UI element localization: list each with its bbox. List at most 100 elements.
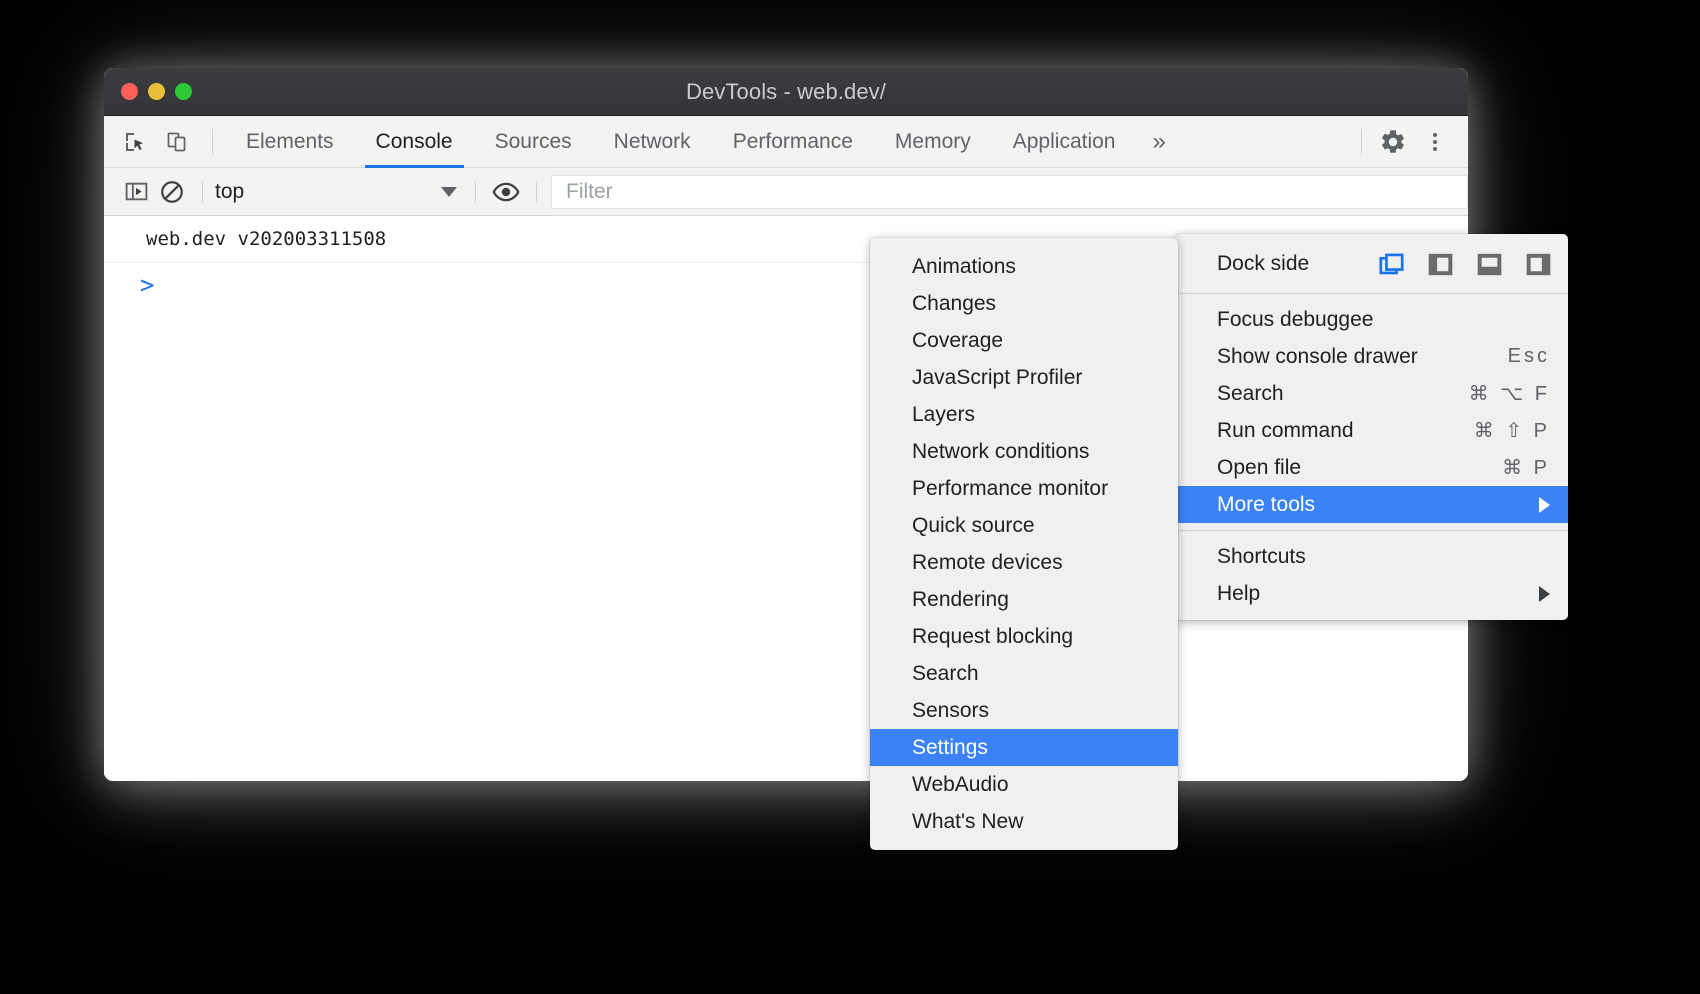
maximize-button[interactable] [175, 83, 192, 100]
submenu-item-label: JavaScript Profiler [912, 366, 1082, 390]
submenu-item-network-conditions[interactable]: Network conditions [870, 433, 1178, 470]
submenu-item-label: What's New [912, 810, 1023, 834]
dock-to-right-button[interactable] [1523, 249, 1554, 280]
window-titlebar: DevTools - web.dev/ [104, 68, 1468, 116]
submenu-item-search[interactable]: Search [870, 655, 1178, 692]
submenu-item-label: Quick source [912, 514, 1035, 538]
devtools-window: DevTools - web.dev/ [104, 68, 1468, 781]
dock-to-left-button[interactable] [1425, 249, 1456, 280]
menu-item-shortcut: ⌘ P [1502, 455, 1550, 480]
filter-input-wrapper[interactable] [551, 175, 1468, 209]
console-toolbar-divider-1 [202, 181, 203, 203]
submenu-item-whats-new[interactable]: What's New [870, 803, 1178, 840]
submenu-item-label: Changes [912, 292, 996, 316]
chevron-right-icon [1539, 497, 1550, 513]
dock-to-bottom-button[interactable] [1474, 249, 1505, 280]
menu-item-label: Show console drawer [1217, 345, 1418, 369]
submenu-item-performance-monitor[interactable]: Performance monitor [870, 470, 1178, 507]
minimize-button[interactable] [148, 83, 165, 100]
menu-separator-2 [1175, 530, 1568, 531]
submenu-item-label: Request blocking [912, 625, 1073, 649]
clear-console-icon[interactable] [154, 174, 190, 210]
submenu-item-label: Coverage [912, 329, 1003, 353]
submenu-item-label: Network conditions [912, 440, 1089, 464]
undock-into-separate-window-button[interactable] [1376, 249, 1407, 280]
tab-performance[interactable]: Performance [712, 116, 874, 168]
devtools-main-menu: Dock side [1175, 234, 1568, 620]
devtools-tabbar: Elements Console Sources Network Perform… [104, 116, 1468, 168]
menu-item-more-tools[interactable]: More tools [1175, 486, 1568, 523]
more-options-icon[interactable] [1416, 123, 1454, 161]
tab-label: Console [376, 130, 453, 154]
tab-memory[interactable]: Memory [874, 116, 992, 168]
screenshot-root: DevTools - web.dev/ [0, 0, 1700, 994]
submenu-item-label: Sensors [912, 699, 989, 723]
execution-context-value: top [215, 180, 441, 204]
menu-item-label: Help [1217, 582, 1260, 606]
submenu-item-label: Settings [912, 736, 988, 760]
dock-side-label: Dock side [1217, 252, 1309, 276]
console-toolbar: top [104, 168, 1468, 216]
submenu-item-label: WebAudio [912, 773, 1009, 797]
console-sidebar-icon[interactable] [118, 174, 154, 210]
tab-overflow-button[interactable]: » [1136, 116, 1181, 168]
submenu-item-remote-devices[interactable]: Remote devices [870, 544, 1178, 581]
submenu-item-settings[interactable]: Settings [870, 729, 1178, 766]
live-expression-icon[interactable] [488, 174, 524, 210]
menu-item-help[interactable]: Help [1175, 575, 1568, 612]
filter-input[interactable] [564, 179, 1467, 205]
panel-tabs: Elements Console Sources Network Perform… [225, 116, 1182, 168]
submenu-item-animations[interactable]: Animations [870, 248, 1178, 285]
submenu-item-label: Search [912, 662, 979, 686]
menu-item-show-console-drawer[interactable]: Show console drawer Esc [1175, 338, 1568, 375]
tab-network[interactable]: Network [593, 116, 712, 168]
submenu-item-changes[interactable]: Changes [870, 285, 1178, 322]
inspect-element-icon[interactable] [116, 123, 154, 161]
menu-item-search[interactable]: Search ⌘ ⌥ F [1175, 375, 1568, 412]
tab-elements[interactable]: Elements [225, 116, 355, 168]
tabbar-divider [212, 129, 213, 155]
submenu-item-layers[interactable]: Layers [870, 396, 1178, 433]
console-toolbar-divider-3 [536, 181, 537, 203]
submenu-item-label: Layers [912, 403, 975, 427]
menu-item-label: More tools [1217, 493, 1315, 517]
tabbar-actions-divider [1361, 129, 1362, 155]
menu-item-run-command[interactable]: Run command ⌘ ⇧ P [1175, 412, 1568, 449]
submenu-item-rendering[interactable]: Rendering [870, 581, 1178, 618]
menu-item-shortcut: Esc [1508, 345, 1550, 368]
tab-label: Network [614, 130, 691, 154]
submenu-item-sensors[interactable]: Sensors [870, 692, 1178, 729]
console-toolbar-divider-2 [475, 181, 476, 203]
menu-item-shortcuts[interactable]: Shortcuts [1175, 538, 1568, 575]
gear-icon[interactable] [1374, 123, 1412, 161]
tab-sources[interactable]: Sources [474, 116, 593, 168]
close-button[interactable] [121, 83, 138, 100]
prompt-arrow-icon: > [140, 273, 154, 297]
tab-console[interactable]: Console [355, 116, 474, 168]
more-tools-submenu: Animations Changes Coverage JavaScript P… [870, 238, 1178, 850]
menu-item-label: Focus debuggee [1217, 308, 1373, 332]
submenu-item-request-blocking[interactable]: Request blocking [870, 618, 1178, 655]
submenu-item-coverage[interactable]: Coverage [870, 322, 1178, 359]
menu-item-focus-debuggee[interactable]: Focus debuggee [1175, 301, 1568, 338]
tab-label: Sources [495, 130, 572, 154]
submenu-item-label: Remote devices [912, 551, 1063, 575]
submenu-item-label: Animations [912, 255, 1016, 279]
chevron-down-icon [441, 187, 457, 197]
menu-item-open-file[interactable]: Open file ⌘ P [1175, 449, 1568, 486]
tab-label: Application [1013, 130, 1116, 154]
execution-context-select[interactable]: top [215, 174, 463, 210]
dock-side-row: Dock side [1175, 242, 1568, 286]
submenu-item-javascript-profiler[interactable]: JavaScript Profiler [870, 359, 1178, 396]
menu-item-label: Shortcuts [1217, 545, 1306, 569]
tab-application[interactable]: Application [992, 116, 1137, 168]
menu-item-shortcut: ⌘ ⌥ F [1469, 381, 1550, 406]
chevron-double-right-icon: » [1152, 128, 1165, 156]
menu-item-label: Run command [1217, 419, 1354, 443]
tab-label: Memory [895, 130, 971, 154]
device-toolbar-icon[interactable] [158, 123, 196, 161]
submenu-item-quick-source[interactable]: Quick source [870, 507, 1178, 544]
menu-item-label: Search [1217, 382, 1284, 406]
window-traffic-lights [121, 68, 192, 115]
submenu-item-webaudio[interactable]: WebAudio [870, 766, 1178, 803]
